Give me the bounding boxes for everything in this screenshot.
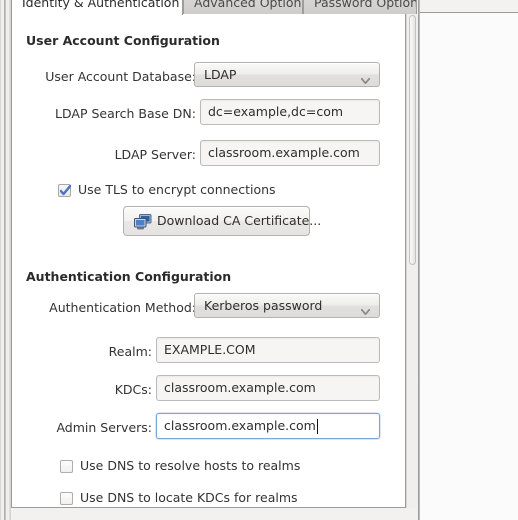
user-account-database-combobox[interactable]: LDAP — [194, 62, 380, 87]
ldap-server-input[interactable]: classroom.example.com — [200, 140, 380, 166]
chevron-down-icon — [360, 72, 371, 85]
scrollable-content: User Account Configuration User Account … — [12, 14, 405, 507]
chevron-down-icon — [360, 303, 371, 316]
user-account-configuration-heading: User Account Configuration — [26, 33, 220, 48]
ldap-search-base-dn-label: LDAP Search Base DN: — [55, 106, 196, 121]
admin-servers-label: Admin Servers: — [56, 420, 152, 435]
use-dns-locate-kdcs-label: Use DNS to locate KDCs for realms — [80, 490, 298, 505]
vertical-scrollbar[interactable] — [406, 13, 417, 508]
tab-label: Identity & Authentication — [22, 0, 180, 10]
tab-bar: Identity & Authentication Advanced Optio… — [11, 0, 417, 15]
authentication-configuration-heading: Authentication Configuration — [26, 269, 232, 284]
computer-network-icon — [134, 213, 152, 230]
ldap-server-label: LDAP Server: — [114, 147, 196, 162]
authentication-method-label: Authentication Method: — [49, 300, 196, 315]
vertical-scrollbar-thumb[interactable] — [409, 15, 416, 265]
ldap-search-base-dn-value: dc=example,dc=com — [208, 104, 344, 119]
dialog-right-window-border — [418, 0, 420, 520]
screen: Identity & Authentication Advanced Optio… — [0, 0, 518, 520]
use-dns-resolve-hosts-label: Use DNS to resolve hosts to realms — [80, 458, 301, 473]
use-tls-checkbox[interactable] — [58, 184, 72, 197]
tab-advanced-options[interactable]: Advanced Options — [183, 0, 303, 14]
kdcs-input[interactable]: classroom.example.com — [156, 375, 380, 401]
admin-servers-value: classroom.example.com — [164, 418, 316, 433]
tab-label: Advanced Options — [194, 0, 303, 10]
use-tls-label: Use TLS to encrypt connections — [78, 182, 276, 197]
tab-label: Password Options — [314, 0, 417, 10]
user-account-database-value: LDAP — [204, 67, 237, 82]
text-cursor — [317, 419, 318, 434]
user-account-database-label: User Account Database: — [45, 69, 196, 84]
realm-label: Realm: — [108, 344, 152, 359]
use-dns-resolve-hosts-checkbox[interactable] — [60, 460, 73, 473]
tab-content-panel: User Account Configuration User Account … — [11, 13, 406, 508]
desktop-background-right — [418, 0, 518, 520]
border-line-outer — [0, 0, 1, 520]
use-dns-locate-kdcs-checkbox[interactable] — [60, 492, 73, 505]
download-ca-certificate-button[interactable]: Download CA Certificate... — [123, 206, 321, 236]
download-ca-certificate-label: Download CA Certificate... — [157, 213, 322, 228]
realm-value: EXAMPLE.COM — [164, 342, 256, 357]
kdcs-label: KDCs: — [114, 382, 152, 397]
admin-servers-input[interactable]: classroom.example.com — [156, 413, 380, 439]
dialog-left-window-border — [0, 0, 11, 520]
tab-password-options[interactable]: Password Options — [303, 0, 417, 14]
background-window-titlebar-strip — [420, 0, 518, 13]
ldap-server-value: classroom.example.com — [208, 145, 360, 160]
checkmark-icon — [59, 184, 72, 197]
kdcs-value: classroom.example.com — [164, 380, 316, 395]
tab-identity-and-authentication[interactable]: Identity & Authentication — [11, 0, 183, 15]
authentication-method-combobox[interactable]: Kerberos password — [194, 293, 380, 318]
ldap-search-base-dn-input[interactable]: dc=example,dc=com — [200, 99, 380, 125]
authentication-method-value: Kerberos password — [204, 298, 323, 313]
border-line-mid — [4, 0, 6, 520]
realm-input[interactable]: EXAMPLE.COM — [156, 337, 380, 363]
